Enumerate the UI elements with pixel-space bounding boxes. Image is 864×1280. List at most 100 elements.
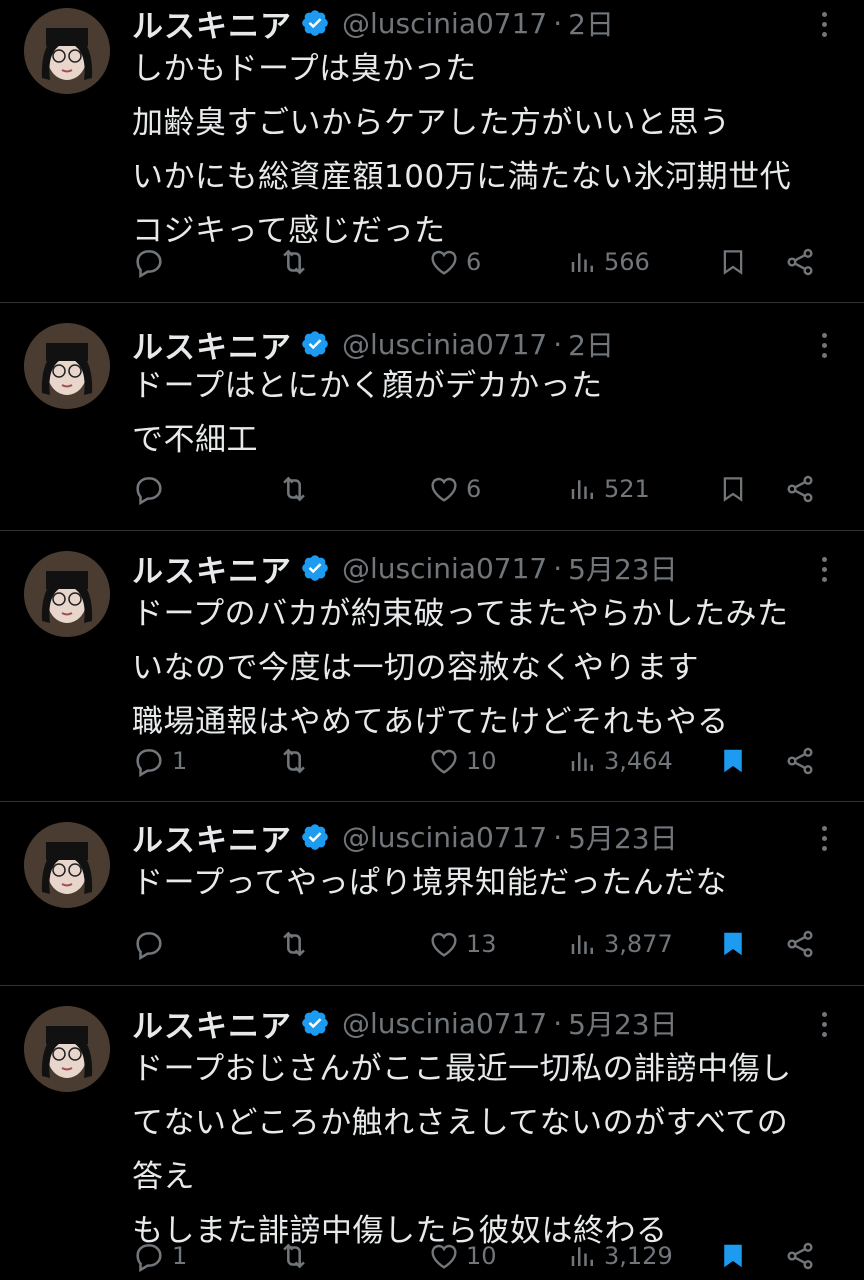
share-button[interactable] [784, 240, 816, 284]
tweet-text: ドープはとにかく顔がデカかった で不細工 [132, 368, 603, 458]
separator-dot: · [553, 1006, 563, 1040]
reply-icon [136, 1244, 162, 1273]
bookmark-button[interactable] [718, 240, 748, 284]
views-button[interactable]: 521 [568, 467, 650, 511]
views-icon [571, 1247, 593, 1266]
tweet-text: しかもドープは臭かった 加齢臭すごいからケアした方がいいと思う いかにも総資産額… [132, 51, 792, 249]
reply-button[interactable] [132, 467, 172, 511]
view-count: 3,877 [604, 930, 673, 958]
bookmark-button[interactable] [718, 1234, 748, 1278]
avatar[interactable] [24, 551, 110, 637]
tweet-header: ルスキニア @luscinia0717 · 5月23日 [132, 545, 678, 591]
more-options-icon[interactable] [812, 551, 836, 587]
separator-dot: · [553, 551, 563, 585]
avatar[interactable] [24, 8, 110, 94]
tweet-actions: 1 10 3,129 [132, 1234, 832, 1278]
tweet-actions: 13 3,877 [132, 922, 832, 966]
reply-count: 1 [172, 1242, 188, 1270]
tweet[interactable]: ルスキニア @luscinia0717 · 5月23日 ドープのバカが約束破って… [0, 531, 864, 802]
views-icon [571, 480, 593, 499]
bookmark-button[interactable] [718, 922, 748, 966]
like-button[interactable]: 10 [428, 1234, 497, 1278]
like-button[interactable]: 6 [428, 240, 481, 284]
like-count: 13 [466, 930, 497, 958]
heart-icon [431, 477, 457, 502]
reply-button[interactable]: 1 [132, 1234, 187, 1278]
more-options-icon[interactable] [812, 6, 836, 42]
retweet-button[interactable] [276, 467, 318, 511]
bookmark-filled-icon [724, 749, 742, 773]
retweet-button[interactable] [276, 739, 318, 783]
reply-button[interactable] [132, 240, 172, 284]
reply-icon [136, 932, 162, 961]
tweet-actions: 6 521 [132, 467, 832, 511]
user-handle[interactable]: @luscinia0717 [342, 328, 547, 361]
like-button[interactable]: 6 [428, 467, 481, 511]
reply-count: 1 [172, 747, 188, 775]
verified-badge-icon [302, 331, 328, 357]
retweet-button[interactable] [276, 240, 318, 284]
bookmark-filled-icon [724, 1244, 742, 1268]
bookmark-button[interactable] [718, 739, 748, 783]
tweet[interactable]: ルスキニア @luscinia0717 · 5月23日 ドープってやっぱり境界知… [0, 802, 864, 986]
views-button[interactable]: 566 [568, 240, 650, 284]
views-button[interactable]: 3,464 [568, 739, 673, 783]
retweet-button[interactable] [276, 1234, 318, 1278]
share-button[interactable] [784, 922, 816, 966]
tweet[interactable]: ルスキニア @luscinia0717 · 5月23日 ドープおじさんがここ最近… [0, 986, 864, 1280]
tweet-date[interactable]: 5月23日 [568, 548, 677, 588]
bookmark-button[interactable] [718, 467, 748, 511]
display-name[interactable]: ルスキニア [132, 546, 292, 591]
share-icon [787, 1242, 813, 1270]
retweet-icon [283, 931, 305, 957]
like-button[interactable]: 13 [428, 922, 497, 966]
tweet-text: ドープのバカが約束破ってまたやらかしたみた いなので今度は一切の容赦なくやります… [132, 596, 789, 740]
like-count: 6 [466, 475, 482, 503]
reply-button[interactable] [132, 922, 172, 966]
tweet-date[interactable]: 5月23日 [568, 817, 677, 857]
like-count: 6 [466, 248, 482, 276]
retweet-button[interactable] [276, 922, 318, 966]
avatar[interactable] [24, 822, 110, 908]
share-button[interactable] [784, 739, 816, 783]
views-button[interactable]: 3,129 [568, 1234, 673, 1278]
avatar[interactable] [24, 1006, 110, 1092]
like-count: 10 [466, 1242, 497, 1270]
share-icon [787, 747, 813, 775]
bookmark-icon [723, 250, 743, 275]
user-handle[interactable]: @luscinia0717 [342, 1007, 547, 1040]
avatar[interactable] [24, 323, 110, 409]
separator-dot: · [553, 820, 563, 854]
tweet[interactable]: ルスキニア @luscinia0717 · 2日 しかもドープは臭かった 加齢臭… [0, 0, 864, 303]
user-handle[interactable]: @luscinia0717 [342, 552, 547, 585]
separator-dot: · [553, 327, 563, 361]
tweet-text: ドープおじさんがここ最近一切私の誹謗中傷し てないどころか触れさえしてないのがす… [132, 1051, 792, 1249]
verified-badge-icon [302, 10, 328, 36]
more-options-icon[interactable] [812, 327, 836, 363]
reply-button[interactable]: 1 [132, 739, 187, 783]
view-count: 3,129 [604, 1242, 673, 1270]
more-options-icon[interactable] [812, 820, 836, 856]
tweet[interactable]: ルスキニア @luscinia0717 · 2日 ドープはとにかく顔がデカかった… [0, 303, 864, 531]
tweet-date[interactable]: 2日 [568, 324, 614, 364]
display-name[interactable]: ルスキニア [132, 1001, 292, 1046]
tweet-date[interactable]: 2日 [568, 3, 614, 43]
display-name[interactable]: ルスキニア [132, 1, 292, 46]
view-count: 521 [604, 475, 650, 503]
user-handle[interactable]: @luscinia0717 [342, 821, 547, 854]
share-button[interactable] [784, 1234, 816, 1278]
retweet-icon [283, 1243, 305, 1269]
heart-icon [431, 250, 457, 275]
tweet-header: ルスキニア @luscinia0717 · 2日 [132, 0, 614, 46]
share-button[interactable] [784, 467, 816, 511]
views-button[interactable]: 3,877 [568, 922, 673, 966]
display-name[interactable]: ルスキニア [132, 815, 292, 860]
tweet-header: ルスキニア @luscinia0717 · 5月23日 [132, 1000, 678, 1046]
tweet-date[interactable]: 5月23日 [568, 1003, 677, 1043]
more-options-icon[interactable] [812, 1006, 836, 1042]
tweet-actions: 6 566 [132, 240, 832, 284]
tweet-actions: 1 10 3,464 [132, 739, 832, 783]
like-button[interactable]: 10 [428, 739, 497, 783]
view-count: 3,464 [604, 747, 673, 775]
user-handle[interactable]: @luscinia0717 [342, 7, 547, 40]
